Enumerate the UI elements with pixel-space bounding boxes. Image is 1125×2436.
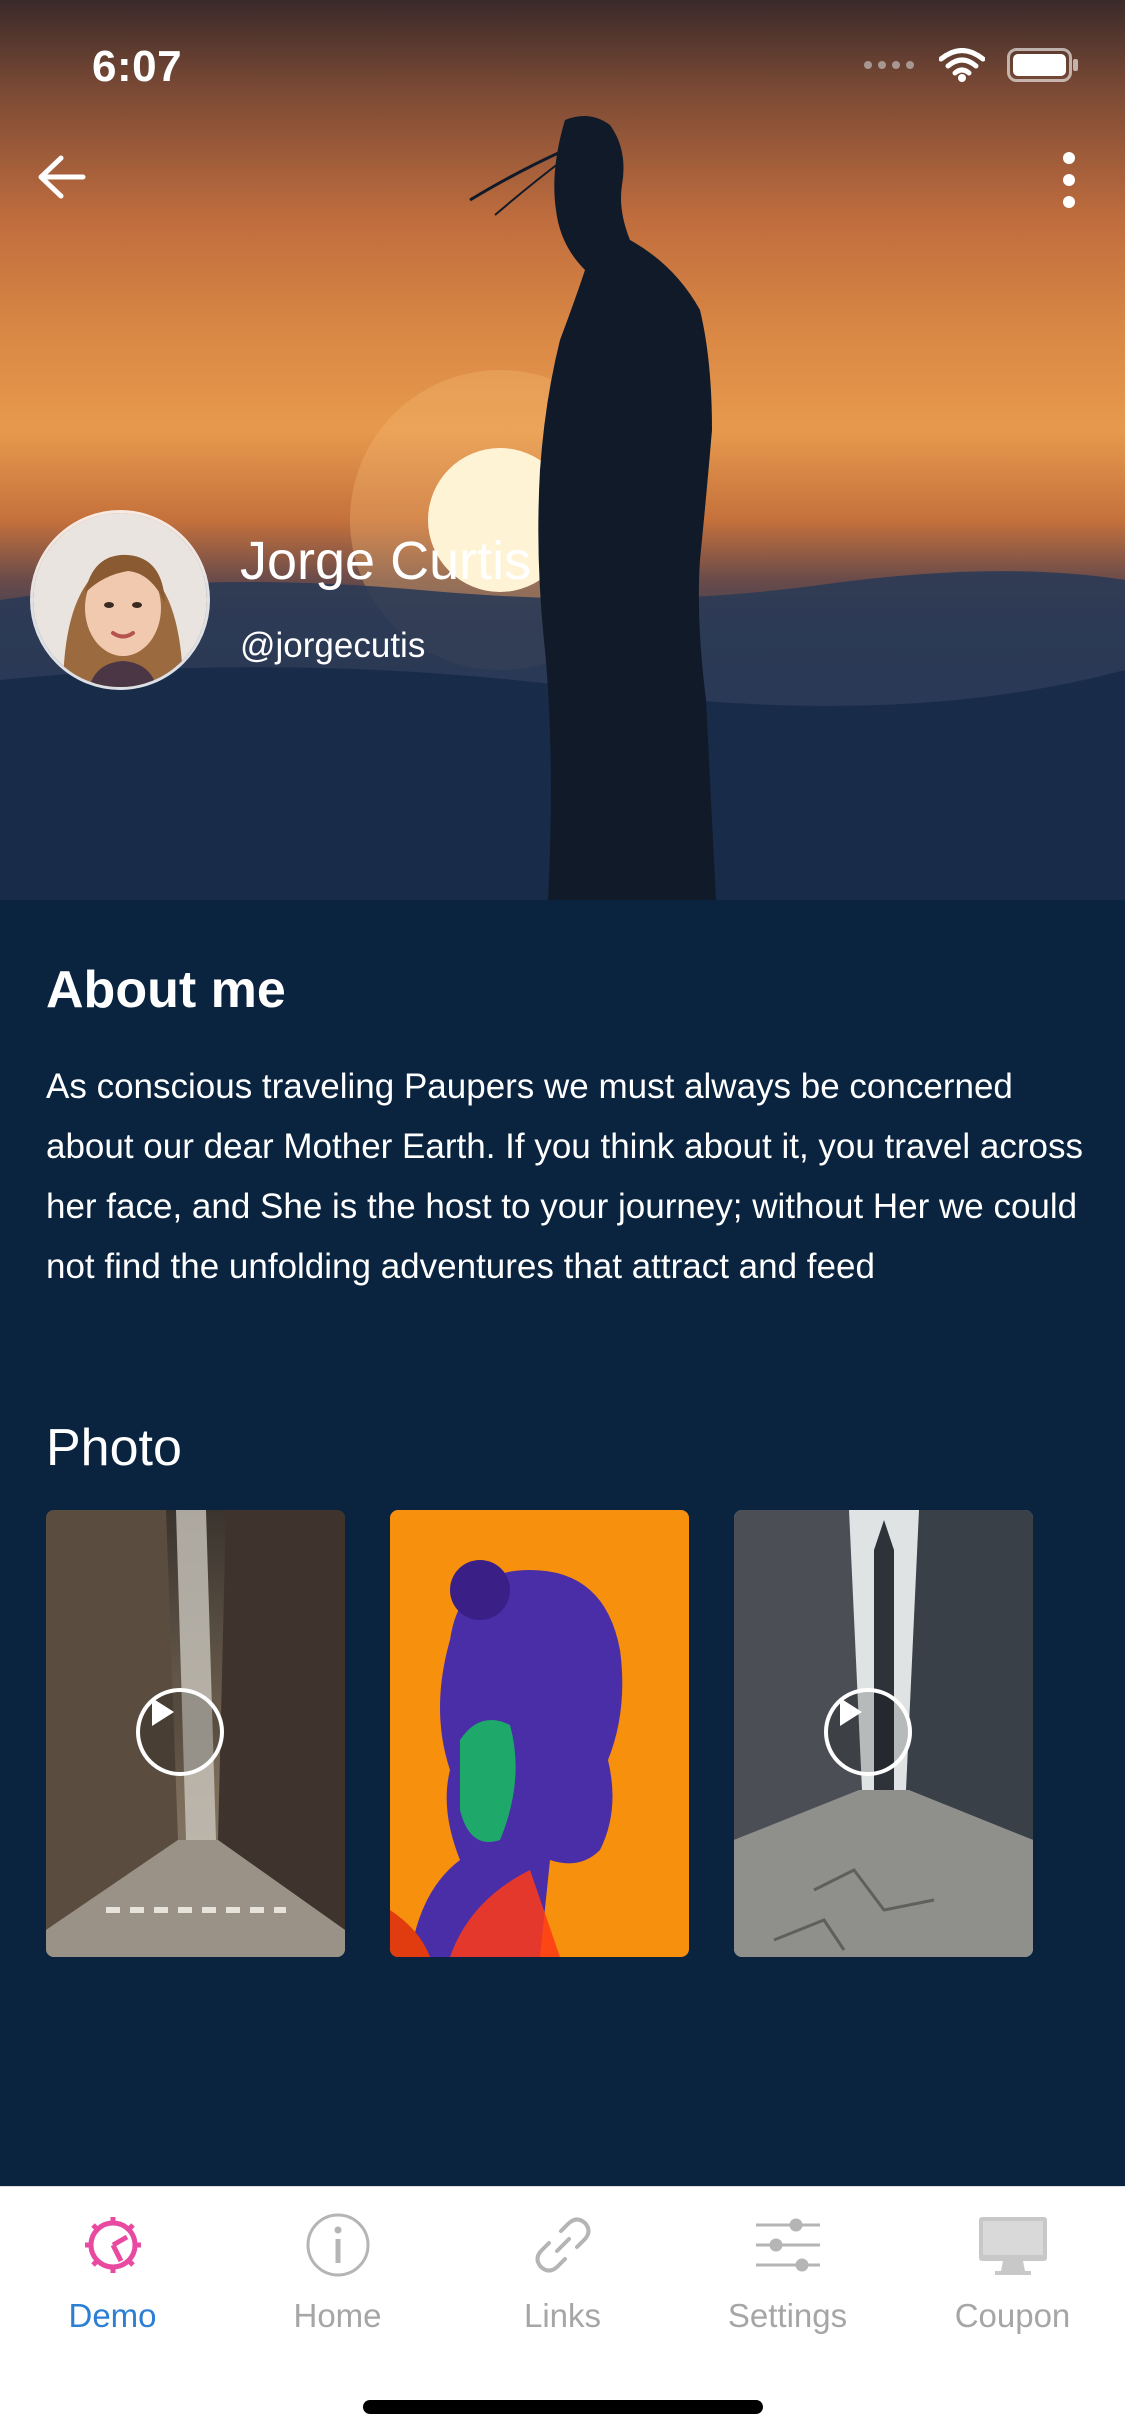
tab-demo[interactable]: Demo xyxy=(0,2209,225,2349)
tab-home[interactable]: Home xyxy=(225,2209,450,2349)
tab-coupon[interactable]: Coupon xyxy=(900,2209,1125,2349)
play-icon xyxy=(152,1698,174,1726)
sunset-silhouette-image xyxy=(0,116,1125,900)
tab-label-settings: Settings xyxy=(727,2297,848,2334)
status-icons xyxy=(863,48,1079,82)
neon-portrait-image xyxy=(390,1510,689,1957)
avatar xyxy=(30,510,210,690)
info-icon xyxy=(306,2213,369,2277)
photo-item-video-1[interactable] xyxy=(46,1510,345,1957)
profile-handle: @jorgecutis xyxy=(240,626,426,665)
more-vertical-icon xyxy=(1063,152,1075,208)
photo-section-title: Photo xyxy=(46,1419,182,1477)
sliders-icon xyxy=(755,2218,820,2272)
photo-item-image-2[interactable] xyxy=(390,1510,689,1957)
about-title: About me xyxy=(46,961,286,1019)
arrow-left-icon xyxy=(38,155,86,199)
photo-item-video-3[interactable] xyxy=(734,1510,1033,1957)
monitor-icon xyxy=(978,2217,1047,2275)
profile-screen: 6:07 Jorge Curtis @jorgecutis About me A… xyxy=(0,0,1125,2436)
play-button[interactable] xyxy=(136,1688,224,1776)
status-time: 6:07 xyxy=(92,42,183,91)
signal-dots-icon xyxy=(864,61,914,69)
play-icon xyxy=(840,1698,862,1726)
home-indicator[interactable] xyxy=(363,2400,763,2414)
more-options-button[interactable] xyxy=(1037,145,1101,215)
photo-gallery xyxy=(46,1510,1033,1957)
battery-icon xyxy=(1007,48,1078,82)
gear-icon xyxy=(84,2217,141,2273)
about-text: As conscious traveling Paupers we must a… xyxy=(46,1067,1083,1286)
tab-label-home: Home xyxy=(293,2297,382,2334)
tab-bar: Demo Home Links Settings Coupon xyxy=(0,2186,1125,2436)
tab-links[interactable]: Links xyxy=(450,2209,675,2349)
link-icon xyxy=(535,2217,590,2273)
back-button[interactable] xyxy=(30,145,94,209)
avatar-portrait-image xyxy=(33,513,207,687)
play-button[interactable] xyxy=(824,1688,912,1776)
wifi-icon xyxy=(939,48,985,82)
tab-label-links: Links xyxy=(523,2297,602,2334)
tab-label-coupon: Coupon xyxy=(954,2297,1071,2334)
tab-label-demo: Demo xyxy=(68,2297,157,2334)
cover-photo: 6:07 Jorge Curtis @jorgecutis xyxy=(0,0,1125,900)
tab-settings[interactable]: Settings xyxy=(675,2209,900,2349)
profile-name: Jorge Curtis xyxy=(240,531,532,591)
